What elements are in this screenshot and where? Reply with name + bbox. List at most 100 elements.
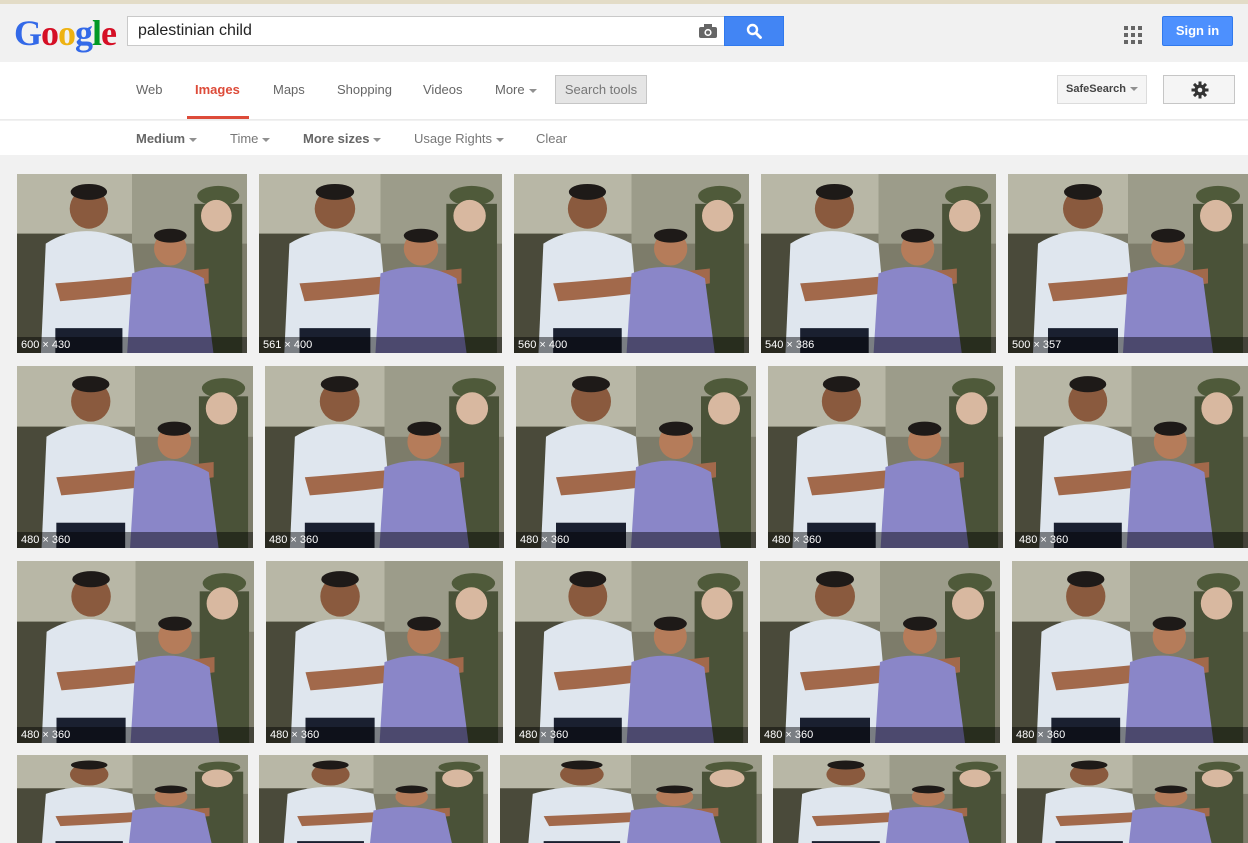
google-logo[interactable]: Google [14,13,117,53]
result-image [259,755,488,843]
image-dimensions-label: 480 × 360 [17,727,254,743]
logo-letter: o [41,13,59,53]
safesearch-label: SafeSearch [1066,83,1126,95]
tab-more[interactable]: More [495,82,537,97]
filter-clear[interactable]: Clear [536,131,567,146]
filter-more-sizes-label: More sizes [303,131,370,146]
result-image [500,755,762,843]
chevron-down-icon [528,88,537,93]
chevron-down-icon [189,137,198,142]
logo-letter: l [92,13,102,53]
image-result-thumbnail[interactable]: 561 × 400 [259,174,502,353]
logo-letter: o [58,13,76,53]
gear-icon [1191,81,1209,99]
image-result-thumbnail[interactable]: 480 × 360 [265,366,504,548]
image-result-thumbnail[interactable]: 480 × 360 [1015,366,1248,548]
tab-images[interactable]: Images [195,82,240,97]
image-result-thumbnail[interactable]: 500 × 357 [1008,174,1248,353]
image-dimensions-label: 480 × 360 [265,532,504,548]
chevron-down-icon [496,137,505,142]
image-result-thumbnail[interactable]: 480 × 360 [17,366,253,548]
filter-size[interactable]: Medium [136,131,198,146]
filter-size-label: Medium [136,131,186,146]
image-result-thumbnail[interactable]: 480 × 360 [515,561,748,743]
filter-time[interactable]: Time [230,131,271,146]
logo-letter: e [101,13,117,53]
search-button[interactable] [724,16,784,46]
result-image [515,561,748,743]
result-image [17,366,253,548]
image-result-thumbnail[interactable]: 480 × 360 [768,366,1003,548]
result-image [259,174,502,353]
image-result-thumbnail[interactable] [1017,755,1248,843]
image-dimensions-label: 600 × 430 [17,337,247,353]
image-result-thumbnail[interactable] [500,755,762,843]
image-dimensions-label: 480 × 360 [516,532,756,548]
image-result-thumbnail[interactable]: 600 × 430 [17,174,247,353]
search-tools-button[interactable]: Search tools [555,75,647,104]
result-image [760,561,1000,743]
image-result-thumbnail[interactable]: 480 × 360 [516,366,756,548]
result-image [1017,755,1248,843]
settings-button[interactable] [1163,75,1235,104]
image-result-thumbnail[interactable]: 540 × 386 [761,174,996,353]
filter-more-sizes[interactable]: More sizes [303,131,382,146]
image-result-thumbnail[interactable]: 560 × 400 [514,174,749,353]
image-result-thumbnail[interactable]: 480 × 360 [266,561,503,743]
image-dimensions-label: 561 × 400 [259,337,502,353]
apps-grid-icon[interactable] [1124,26,1142,44]
active-tab-indicator [187,116,249,119]
image-dimensions-label: 480 × 360 [1012,727,1248,743]
chevron-down-icon [262,137,271,142]
result-image [516,366,756,548]
result-image [266,561,503,743]
result-image [1012,561,1248,743]
image-dimensions-label: 560 × 400 [514,337,749,353]
tab-web[interactable]: Web [136,82,163,97]
image-dimensions-label: 480 × 360 [760,727,1000,743]
image-dimensions-label: 480 × 360 [515,727,748,743]
safesearch-button[interactable]: SafeSearch [1057,75,1147,104]
image-dimensions-label: 500 × 357 [1008,337,1248,353]
logo-letter: G [14,13,42,53]
image-dimensions-label: 480 × 360 [266,727,503,743]
filter-usage-rights-label: Usage Rights [414,131,493,146]
result-image [1015,366,1248,548]
result-image [1008,174,1248,353]
chevron-down-icon [373,137,382,142]
result-image [761,174,996,353]
search-tools-filters: Medium Time More sizes Usage Rights Clea… [0,121,1248,155]
result-image [514,174,749,353]
camera-icon[interactable] [698,23,718,39]
search-icon [746,23,762,39]
image-result-thumbnail[interactable]: 480 × 360 [17,561,254,743]
result-image [17,561,254,743]
logo-letter: g [75,13,93,53]
image-dimensions-label: 540 × 386 [761,337,996,353]
image-result-thumbnail[interactable]: 480 × 360 [1012,561,1248,743]
result-image [17,174,247,353]
image-result-thumbnail[interactable]: 480 × 360 [760,561,1000,743]
image-result-thumbnail[interactable] [17,755,248,843]
image-result-thumbnail[interactable] [259,755,488,843]
image-dimensions-label: 480 × 360 [17,532,253,548]
image-dimensions-label: 480 × 360 [1015,532,1248,548]
search-input[interactable] [138,21,678,41]
result-image [265,366,504,548]
result-image [768,366,1003,548]
search-box [127,16,725,46]
tab-videos[interactable]: Videos [423,82,463,97]
chevron-down-icon [1129,87,1138,92]
image-result-thumbnail[interactable] [773,755,1006,843]
filter-usage-rights[interactable]: Usage Rights [414,131,505,146]
image-dimensions-label: 480 × 360 [768,532,1003,548]
search-tabs: Web Images Maps Shopping Videos More Sea… [0,62,1248,120]
sign-in-button[interactable]: Sign in [1162,16,1233,46]
result-image [17,755,248,843]
tab-shopping[interactable]: Shopping [337,82,392,97]
tab-more-label: More [495,82,525,97]
result-image [773,755,1006,843]
filter-time-label: Time [230,131,259,146]
tab-maps[interactable]: Maps [273,82,305,97]
header: Google Sign in [0,4,1248,62]
